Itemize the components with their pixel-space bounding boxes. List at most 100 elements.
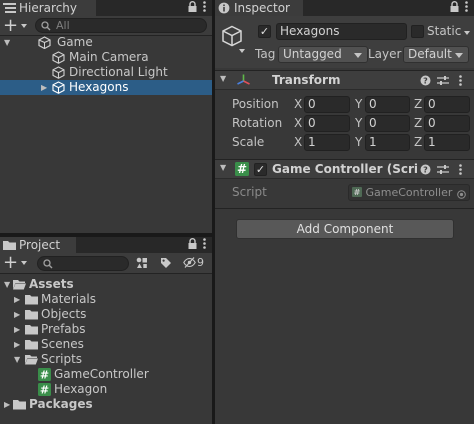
presets-icon[interactable] <box>437 164 449 178</box>
expand-arrow-icon[interactable]: ▼ <box>4 35 10 50</box>
folder-icon <box>25 340 38 350</box>
collapse-arrow-icon[interactable]: ▼ <box>220 74 226 83</box>
project-item-gamecontroller[interactable]: # GameController <box>0 367 212 382</box>
folder-open-icon <box>13 280 26 290</box>
gamecontroller-header[interactable]: ▼ # ✓ Game Controller (Script) ? <box>215 159 474 179</box>
project-item-label: Materials <box>41 292 97 306</box>
csharp-script-icon: # <box>38 383 51 396</box>
script-label: Script <box>232 185 267 199</box>
svg-text:?: ? <box>423 166 428 175</box>
create-dropdown-button[interactable]: + <box>3 253 29 273</box>
active-checkbox[interactable]: ✓ <box>258 25 271 38</box>
rotation-y-field[interactable]: 0 <box>365 115 410 132</box>
expand-arrow-icon[interactable]: ▼ <box>4 277 10 292</box>
hierarchy-search-placeholder: All <box>56 19 70 32</box>
hierarchy-item-label: Main Camera <box>69 50 149 64</box>
hierarchy-toolbar: + All <box>0 16 212 36</box>
object-name-field[interactable]: Hexagons <box>276 23 407 40</box>
project-item-objects[interactable]: ▶ Objects <box>0 307 212 322</box>
kebab-menu-icon[interactable] <box>459 75 462 89</box>
chevron-down-icon[interactable] <box>464 31 470 35</box>
project-item-scenes[interactable]: ▶ Scenes <box>0 337 212 352</box>
project-item-label: Scripts <box>41 352 83 366</box>
folder-icon <box>25 295 38 305</box>
filter-by-type-icon[interactable] <box>136 257 148 272</box>
svg-text:#: # <box>237 162 247 176</box>
project-item-hexagon[interactable]: # Hexagon <box>0 382 212 397</box>
axis-y-label: Y <box>355 97 363 111</box>
tab-hierarchy-label: Hierarchy <box>19 1 78 15</box>
scale-y-field[interactable]: 1 <box>365 134 410 151</box>
tab-project[interactable]: Project <box>0 237 76 253</box>
hierarchy-item-main-camera[interactable]: Main Camera <box>0 50 212 65</box>
hierarchy-item-game[interactable]: ▼ Game <box>0 35 212 50</box>
gameobject-cube-icon <box>52 51 65 64</box>
gamecontroller-title: Game Controller (Script) <box>272 162 417 176</box>
project-tabbar: Project <box>0 237 212 253</box>
plus-icon: + <box>3 252 19 273</box>
expand-arrow-icon[interactable]: ▶ <box>4 397 10 412</box>
hierarchy-search-input[interactable]: All <box>35 18 207 33</box>
folder-icon <box>13 400 26 410</box>
tab-inspector[interactable]: Inspector <box>215 0 303 16</box>
presets-icon[interactable] <box>437 75 449 89</box>
layer-dropdown[interactable]: Default <box>403 46 469 63</box>
tag-dropdown[interactable]: Untagged <box>278 46 368 63</box>
filter-by-label-icon[interactable] <box>160 257 172 272</box>
scale-x-field[interactable]: 1 <box>304 134 350 151</box>
script-field[interactable]: # GameController <box>348 184 470 201</box>
object-icon-selector[interactable] <box>221 25 249 55</box>
position-x-field[interactable]: 0 <box>304 96 350 113</box>
info-icon <box>218 2 231 14</box>
project-item-scripts[interactable]: ▼ Scripts <box>0 352 212 367</box>
hierarchy-item-directional-light[interactable]: Directional Light <box>0 65 212 80</box>
expand-arrow-icon[interactable]: ▶ <box>14 292 20 307</box>
project-item-label: Prefabs <box>41 322 86 336</box>
lock-icon[interactable] <box>450 1 459 15</box>
kebab-menu-icon[interactable] <box>459 164 462 178</box>
folder-icon <box>25 325 38 335</box>
help-icon[interactable]: ? <box>420 164 431 178</box>
component-enabled-checkbox[interactable]: ✓ <box>254 163 267 176</box>
help-icon[interactable]: ? <box>420 75 431 89</box>
expand-arrow-icon[interactable]: ▼ <box>14 352 20 367</box>
project-item-materials[interactable]: ▶ Materials <box>0 292 212 307</box>
expand-arrow-icon[interactable]: ▶ <box>14 322 20 337</box>
project-item-prefabs[interactable]: ▶ Prefabs <box>0 322 212 337</box>
expand-arrow-icon[interactable]: ▶ <box>14 337 20 352</box>
tab-hierarchy[interactable]: Hierarchy <box>0 0 96 16</box>
create-dropdown-button[interactable]: + <box>3 16 29 36</box>
object-picker-icon[interactable] <box>457 188 466 200</box>
chevron-down-icon <box>239 49 245 53</box>
lock-icon[interactable] <box>188 238 197 252</box>
hidden-packages-toggle[interactable]: 9 <box>183 256 204 269</box>
project-item-assets[interactable]: ▼ Assets <box>0 277 212 292</box>
expand-arrow-icon[interactable]: ▶ <box>14 307 20 322</box>
tab-inspector-label: Inspector <box>234 1 290 15</box>
hierarchy-item-label: Game <box>57 35 93 49</box>
position-y-field[interactable]: 0 <box>365 96 410 113</box>
add-component-button[interactable]: Add Component <box>236 219 454 239</box>
csharp-script-icon: # <box>352 187 362 197</box>
scale-label: Scale <box>232 135 265 149</box>
project-search-input[interactable] <box>37 256 129 271</box>
lock-icon[interactable] <box>188 1 197 15</box>
gameobject-cube-icon <box>52 81 65 94</box>
kebab-menu-icon[interactable] <box>203 238 206 252</box>
svg-text:?: ? <box>423 77 428 86</box>
rotation-x-field[interactable]: 0 <box>304 115 350 132</box>
kebab-menu-icon[interactable] <box>465 1 468 15</box>
kebab-menu-icon[interactable] <box>203 1 206 15</box>
position-z-field[interactable]: 0 <box>424 96 470 113</box>
static-checkbox[interactable] <box>411 25 424 38</box>
project-panel: Project + 9 ▼ Assets ▶ Materials ▶ Objec… <box>0 237 212 424</box>
svg-text:#: # <box>40 369 49 382</box>
collapse-arrow-icon[interactable]: ▼ <box>220 163 226 172</box>
rotation-z-field[interactable]: 0 <box>424 115 470 132</box>
project-item-packages[interactable]: ▶ Packages <box>0 397 212 412</box>
expand-arrow-icon[interactable]: ▶ <box>41 80 47 95</box>
hierarchy-item-hexagons[interactable]: ▶ Hexagons <box>0 80 212 95</box>
transform-header[interactable]: ▼ Transform ? <box>215 70 474 90</box>
scale-z-field[interactable]: 1 <box>424 134 470 151</box>
axis-x-label: X <box>294 116 303 130</box>
